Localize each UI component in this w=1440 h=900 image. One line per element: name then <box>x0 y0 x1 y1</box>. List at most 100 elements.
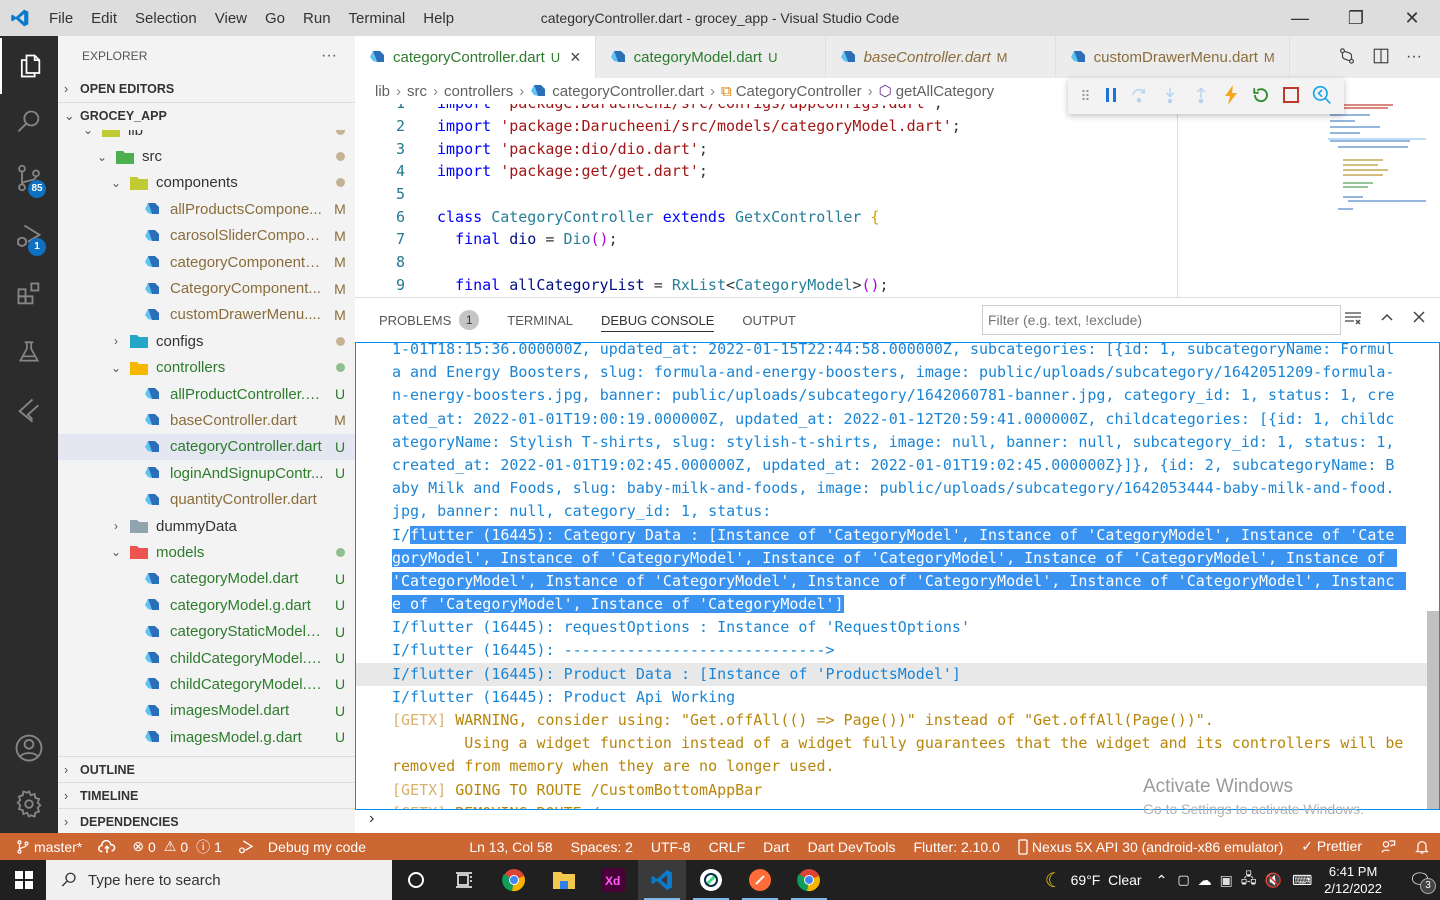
code-line[interactable]: 7 final dio = Dio(); <box>355 228 1177 251</box>
console-scrollbar[interactable] <box>1427 611 1439 809</box>
cortana-button[interactable] <box>392 860 440 900</box>
tree-file[interactable]: categoryComponentS... M <box>58 249 355 275</box>
code-line[interactable]: 6 class CategoryController extends GetxCo… <box>355 205 1177 228</box>
code-line[interactable]: 5 <box>355 183 1177 206</box>
hot-reload-button[interactable] <box>1223 84 1239 108</box>
drag-handle-icon[interactable]: ⠿ <box>1080 88 1090 105</box>
debug-console-output[interactable]: 1-01T18:15:36.000000Z, updated_at: 2022-… <box>355 342 1440 810</box>
language-mode[interactable]: Dart <box>763 839 789 855</box>
code-line[interactable]: 8 <box>355 251 1177 274</box>
onedrive-icon[interactable]: ☁ <box>1198 872 1212 889</box>
explorer-more-button[interactable]: ··· <box>321 47 337 65</box>
start-button[interactable] <box>0 860 48 900</box>
weather-icon[interactable]: ☾ <box>1045 868 1063 893</box>
pause-button[interactable] <box>1104 87 1118 106</box>
breadcrumb-item[interactable]: CategoryController <box>736 83 862 100</box>
more-actions-icon[interactable]: ··· <box>1406 48 1422 66</box>
console-line[interactable]: a and Energy Boosters, slug: formula-and… <box>356 361 1439 384</box>
console-line[interactable]: [GETX] WARNING, consider using: "Get.off… <box>356 709 1439 732</box>
tree-file[interactable]: imagesModel.g.dart U <box>58 724 355 750</box>
console-line[interactable]: created_at: 2022-01-01T19:02:45.000000Z,… <box>356 454 1439 477</box>
encoding[interactable]: UTF-8 <box>651 839 691 855</box>
taskbar-search[interactable]: Type here to search <box>46 860 392 900</box>
step-over-button[interactable] <box>1130 86 1148 107</box>
show-hidden-icons[interactable]: ⌃ <box>1156 872 1168 889</box>
tree-file[interactable]: customDrawerMenu.... M <box>58 302 355 328</box>
console-line[interactable]: jpg, banner: null, category_id: 1, statu… <box>356 500 1439 523</box>
tree-file[interactable]: imagesModel.dart U <box>58 698 355 724</box>
step-into-button[interactable] <box>1161 86 1179 107</box>
taskbar-postman[interactable] <box>736 860 784 900</box>
activity-search[interactable] <box>0 94 58 150</box>
console-line[interactable]: 'CategoryModel', Instance of 'CategoryMo… <box>356 570 1439 593</box>
close-tab-icon[interactable]: × <box>570 47 581 68</box>
network-icon[interactable]: 🖧 <box>1241 868 1257 892</box>
tree-file[interactable]: loginAndSignupContr... U <box>58 460 355 486</box>
tree-file[interactable]: carosolSliderCompon... M <box>58 223 355 249</box>
tree-file[interactable]: baseController.dart M <box>58 407 355 433</box>
feedback-icon[interactable] <box>1380 839 1396 855</box>
device-selector[interactable]: Nexus 5X API 30 (android-x86 emulator) <box>1018 839 1283 855</box>
close-panel-icon[interactable] <box>1412 310 1426 331</box>
activity-testing[interactable] <box>0 324 58 380</box>
minimap[interactable] <box>1177 104 1438 297</box>
tab-customdrawermenu-dart[interactable]: customDrawerMenu.dart M <box>1056 36 1290 78</box>
taskbar-adobe-xd[interactable]: Xd <box>589 860 637 900</box>
tree-file[interactable]: CategoryComponent... M <box>58 275 355 301</box>
restore-button[interactable]: ❐ <box>1328 0 1384 36</box>
menu-selection[interactable]: Selection <box>126 10 206 27</box>
tree-folder[interactable]: ⌄ controllers <box>58 355 355 381</box>
tree-folder[interactable]: › dummyData <box>58 513 355 539</box>
tab-basecontroller-dart[interactable]: baseController.dart M <box>826 36 1056 78</box>
tree-folder[interactable]: › configs <box>58 328 355 354</box>
tree-folder[interactable]: ⌄ src <box>58 143 355 169</box>
open-editors-section[interactable]: › OPEN EDITORS <box>58 76 355 102</box>
keyboard-icon[interactable]: ⌨ <box>1292 872 1312 889</box>
console-line[interactable]: ategoryName: Stylish T-shirts, slug: sty… <box>356 431 1439 454</box>
security-icon[interactable]: ▣ <box>1220 872 1233 889</box>
console-filter-input[interactable] <box>982 305 1341 335</box>
tree-file[interactable]: allProductsCompone... M <box>58 196 355 222</box>
close-window-button[interactable]: ✕ <box>1384 0 1440 36</box>
workspace-section[interactable]: ⌄ GROCEY_APP <box>58 102 355 128</box>
menu-help[interactable]: Help <box>414 10 463 27</box>
breadcrumb-item[interactable]: categoryController.dart <box>552 83 704 100</box>
taskbar-chrome-2[interactable] <box>785 860 833 900</box>
tree-folder[interactable]: ⌄ lib <box>58 130 355 143</box>
code-line[interactable]: 4 import 'package:get/get.dart'; <box>355 160 1177 183</box>
meet-now-icon[interactable]: ▢ <box>1177 872 1189 888</box>
activity-flutter[interactable] <box>0 382 58 438</box>
breadcrumb-item[interactable]: getAllCategory <box>896 83 994 100</box>
activity-extensions[interactable] <box>0 266 58 322</box>
console-line[interactable]: e of 'CategoryModel', Instance of 'Categ… <box>356 593 1439 616</box>
cursor-position[interactable]: Ln 13, Col 58 <box>469 839 552 855</box>
menu-go[interactable]: Go <box>256 10 294 27</box>
tree-folder[interactable]: ⌄ components <box>58 170 355 196</box>
problems-status[interactable]: ⊗ 0 ⚠ 0 ⓘ 1 <box>132 837 222 857</box>
dart-devtools[interactable]: Dart DevTools <box>808 839 896 855</box>
code-line[interactable]: 3 import 'package:dio/dio.dart'; <box>355 137 1177 160</box>
console-line[interactable]: aby Milk and Foods, slug: baby-milk-and-… <box>356 477 1439 500</box>
devtools-button[interactable] <box>1312 85 1332 108</box>
activity-accounts[interactable] <box>0 720 58 776</box>
menu-run[interactable]: Run <box>294 10 340 27</box>
taskbar-android-studio[interactable] <box>687 860 735 900</box>
step-out-button[interactable] <box>1192 86 1210 107</box>
taskbar-chrome[interactable] <box>490 860 538 900</box>
console-line[interactable]: I/flutter (16445): Category Data : [Inst… <box>356 524 1439 547</box>
breadcrumb-item[interactable]: lib <box>375 83 390 100</box>
dependencies-section[interactable]: › DEPENDENCIES <box>58 808 355 834</box>
action-center-button[interactable]: 🗨 3 <box>1400 860 1440 900</box>
open-changes-icon[interactable] <box>1338 47 1356 68</box>
tree-file[interactable]: categoryModel.dart U <box>58 566 355 592</box>
activity-explorer[interactable] <box>0 38 58 94</box>
breadcrumb-item[interactable]: src <box>407 83 427 100</box>
split-editor-icon[interactable] <box>1372 47 1390 68</box>
tree-file[interactable]: categoryController.dart U <box>58 433 355 461</box>
task-view-button[interactable] <box>440 860 488 900</box>
tab-problems[interactable]: PROBLEMS 1 <box>379 298 480 342</box>
console-line[interactable]: I/flutter (16445): Product Api Working <box>356 686 1439 709</box>
tab-terminal[interactable]: TERMINAL <box>507 298 573 342</box>
menu-edit[interactable]: Edit <box>82 10 126 27</box>
tab-categorycontroller-dart[interactable]: categoryController.dart U × <box>355 36 596 78</box>
